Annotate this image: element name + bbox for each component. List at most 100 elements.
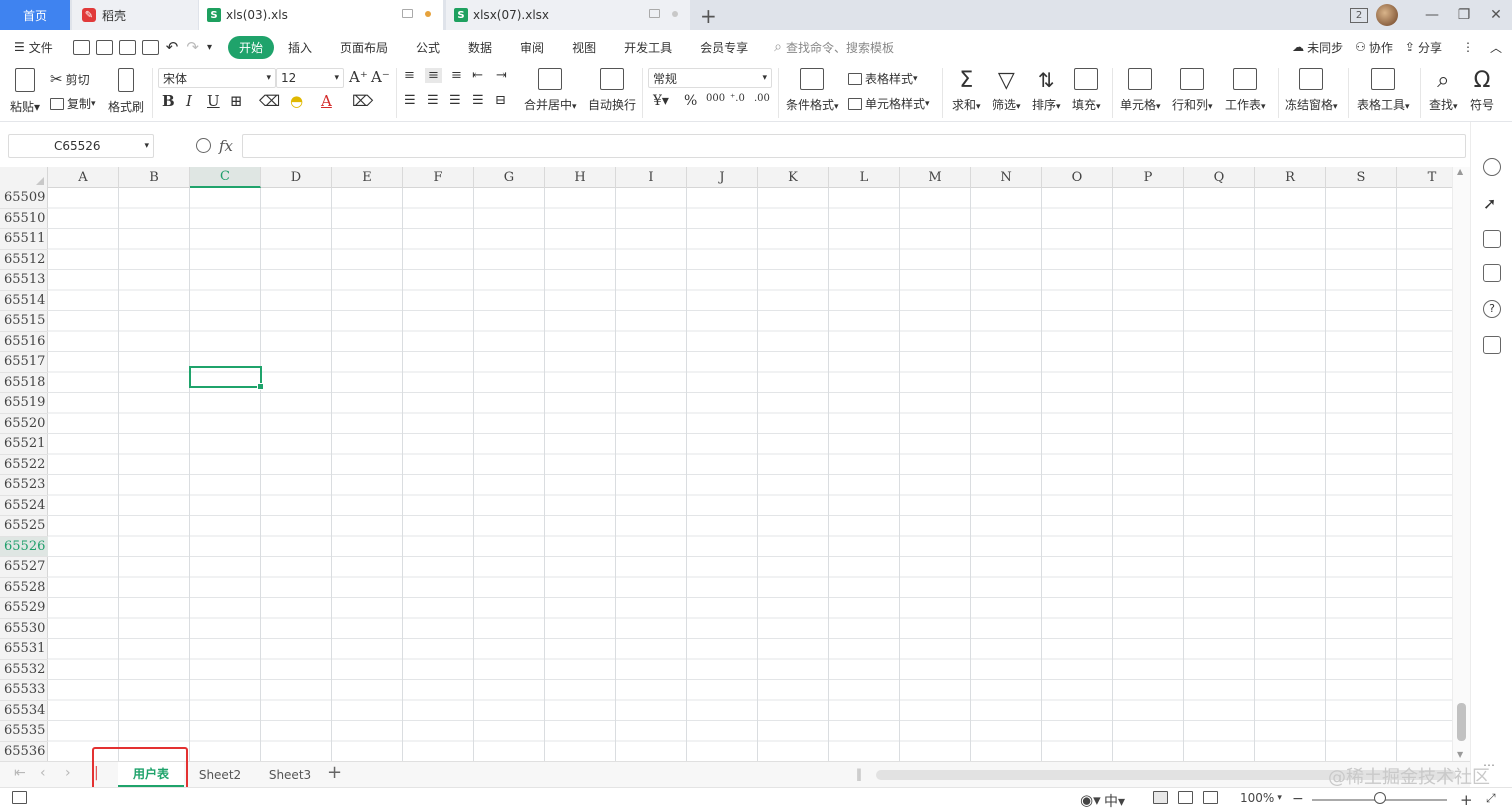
restore-icon[interactable]: ❐ [1448, 7, 1480, 23]
decrease-indent-icon[interactable]: ⇤ [472, 68, 483, 83]
collapse-ribbon-icon[interactable]: ︿ [1490, 39, 1502, 56]
row-header[interactable]: 65513 [0, 270, 48, 291]
rocket-icon[interactable] [1483, 158, 1501, 176]
column-header[interactable]: L [829, 167, 900, 188]
align-bottom-icon[interactable]: ≡ [451, 68, 462, 83]
column-header[interactable]: J [687, 167, 758, 188]
erase-format-icon[interactable]: ⌫ [259, 92, 280, 110]
column-header[interactable]: H [545, 167, 616, 188]
row-header[interactable]: 65527 [0, 557, 48, 578]
split-handle-icon[interactable]: ‖ [856, 767, 862, 781]
minimize-icon[interactable]: — [1416, 7, 1448, 23]
row-header[interactable]: 65519 [0, 393, 48, 414]
freeze-panes-button[interactable]: 冻结窗格▾ [1285, 68, 1338, 113]
align-right-icon[interactable]: ☰ [449, 93, 461, 108]
paste-button[interactable]: 粘贴▾ [10, 68, 40, 115]
save-icon[interactable] [72, 39, 90, 55]
row-header[interactable]: 65525 [0, 516, 48, 537]
column-header[interactable]: I [616, 167, 687, 188]
column-header[interactable]: G [474, 167, 545, 188]
align-center-icon[interactable]: ☰ [427, 93, 439, 108]
decrease-font-icon[interactable]: A⁻ [371, 68, 390, 86]
row-header[interactable]: 65521 [0, 434, 48, 455]
zoom-slider-knob[interactable] [1374, 792, 1386, 804]
font-size-select[interactable]: 12 ▾ [276, 68, 344, 88]
row-header[interactable]: 65511 [0, 229, 48, 250]
menu-review[interactable]: 审阅 [512, 39, 552, 56]
menu-data[interactable]: 数据 [460, 39, 500, 56]
vertical-scroll-thumb[interactable] [1457, 703, 1466, 741]
zoom-level[interactable]: 100% ▾ [1240, 791, 1282, 805]
column-header[interactable]: T [1397, 167, 1452, 188]
normal-view-icon[interactable] [1153, 791, 1168, 804]
new-tab-button[interactable]: + [700, 4, 717, 28]
backup-icon[interactable] [1483, 336, 1501, 354]
cut-button[interactable]: ✂ 剪切 [50, 70, 90, 88]
find-button[interactable]: ⌕ 查找▾ [1429, 68, 1458, 113]
scroll-up-icon[interactable]: ▲ [1457, 167, 1463, 176]
transform-icon[interactable] [1483, 264, 1501, 282]
merge-center-button[interactable]: 合并居中▾ [524, 68, 577, 113]
add-sheet-button[interactable]: + [327, 762, 342, 783]
undo-icon[interactable]: ↶ [166, 38, 179, 56]
page-break-view-icon[interactable] [1203, 791, 1218, 804]
underline-icon[interactable]: U [207, 92, 220, 110]
select-all-corner[interactable] [0, 167, 48, 188]
increase-decimal-icon[interactable]: ⁺.0 [730, 93, 745, 104]
increase-indent-icon[interactable]: ⇥ [496, 68, 507, 83]
tab-xlsx-file[interactable]: S xlsx(07).xlsx [446, 0, 690, 30]
collaborate-button[interactable]: ⚇ 协作 [1355, 39, 1393, 56]
column-header[interactable]: E [332, 167, 403, 188]
row-header[interactable]: 65530 [0, 619, 48, 639]
fx-icon[interactable]: fx [219, 137, 233, 155]
row-header[interactable]: 65518 [0, 373, 48, 393]
align-middle-icon[interactable]: ≡ [425, 68, 442, 83]
row-header[interactable]: 65526 [0, 536, 48, 557]
bold-icon[interactable]: B [162, 92, 175, 110]
menu-page-layout[interactable]: 页面布局 [332, 39, 396, 56]
worksheet-button[interactable]: 工作表▾ [1225, 68, 1266, 113]
conditional-format-button[interactable]: 条件格式▾ [786, 68, 839, 113]
cell-style-button[interactable]: 单元格样式 ▾ [848, 95, 930, 112]
menu-view[interactable]: 视图 [564, 39, 604, 56]
sum-button[interactable]: Σ 求和▾ [952, 68, 981, 113]
format-painter-button[interactable]: 格式刷 [108, 68, 144, 115]
clear-icon[interactable]: ⌦ [352, 92, 373, 110]
row-header[interactable]: 65535 [0, 721, 48, 742]
row-header[interactable]: 65514 [0, 291, 48, 311]
zoom-in-button[interactable]: + [1460, 791, 1473, 809]
fill-button[interactable]: 填充▾ [1072, 68, 1101, 113]
scroll-down-icon[interactable]: ▼ [1457, 750, 1463, 759]
zoom-formula-icon[interactable] [196, 138, 211, 153]
cursor-icon[interactable]: ➚ [1483, 194, 1501, 213]
wrap-text-button[interactable]: 自动换行 [588, 68, 636, 113]
tab-home[interactable]: 首页 [0, 0, 70, 30]
column-header[interactable]: F [403, 167, 474, 188]
quick-access-dropdown-icon[interactable]: ▾ [207, 42, 212, 53]
column-header[interactable]: O [1042, 167, 1113, 188]
active-cell[interactable] [189, 366, 264, 390]
cell-area[interactable] [48, 188, 1452, 761]
font-name-select[interactable]: 宋体 ▾ [158, 68, 276, 88]
tab-xls-file[interactable]: S xls(03).xls [199, 0, 443, 30]
row-header[interactable]: 65516 [0, 332, 48, 352]
name-box[interactable]: C65526 ▾ [8, 134, 154, 158]
filter-button[interactable]: ▽ 筛选▾ [992, 68, 1021, 113]
border-icon[interactable]: ⊞ [230, 92, 243, 110]
row-header[interactable]: 65510 [0, 209, 48, 229]
monitor-icon[interactable] [402, 9, 413, 18]
fill-color-icon[interactable]: ◓ [290, 92, 303, 110]
column-header[interactable]: P [1113, 167, 1184, 188]
row-header[interactable]: 65534 [0, 701, 48, 721]
help-icon[interactable]: ? [1483, 300, 1501, 318]
menu-file[interactable]: ☰ 文件 [0, 39, 61, 56]
row-header[interactable]: 65512 [0, 250, 48, 270]
command-search[interactable]: ⌕ 查找命令、搜索模板 [774, 39, 894, 56]
thousands-icon[interactable]: 000 [706, 93, 725, 104]
vertical-scrollbar[interactable]: ▲ ▼ [1452, 167, 1470, 761]
avatar[interactable] [1376, 4, 1398, 26]
row-col-button[interactable]: 行和列▾ [1172, 68, 1213, 113]
decrease-decimal-icon[interactable]: .00 [754, 93, 770, 104]
monitor-icon[interactable] [649, 9, 660, 18]
export-pdf-icon[interactable] [95, 39, 113, 55]
